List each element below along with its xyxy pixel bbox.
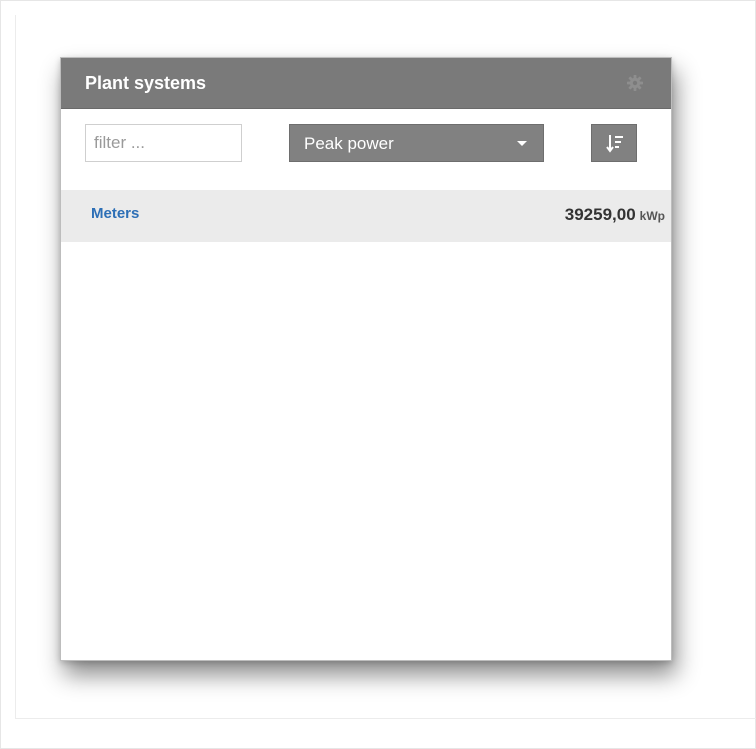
chevron-down-icon [517,141,527,146]
widget-title: Plant systems [85,73,207,93]
sort-descending-icon [605,133,625,155]
plant-systems-list: Meters 39259,00 kWp [61,190,671,242]
plant-systems-widget: Plant systems filter ... Peak power Mete… [60,57,672,661]
list-item-value: 39259,00 [564,205,636,224]
list-item-value-group: 39259,00 kWp [565,205,665,226]
widget-header: Plant systems [61,58,671,109]
sort-order-button[interactable] [591,124,637,162]
filter-input[interactable] [85,124,242,162]
gear-icon[interactable] [626,74,644,92]
sort-field-selected-value: Peak power [304,134,394,153]
widget-toolbar: Peak power [61,108,671,188]
list-item-unit: kWp [639,209,665,223]
list-item-name[interactable]: Meters [91,205,139,223]
list-item[interactable]: Meters 39259,00 kWp [61,190,671,242]
page-frame: Plant systems filter ... Peak power Mete… [0,0,756,749]
sort-field-select[interactable]: Peak power [289,124,544,162]
